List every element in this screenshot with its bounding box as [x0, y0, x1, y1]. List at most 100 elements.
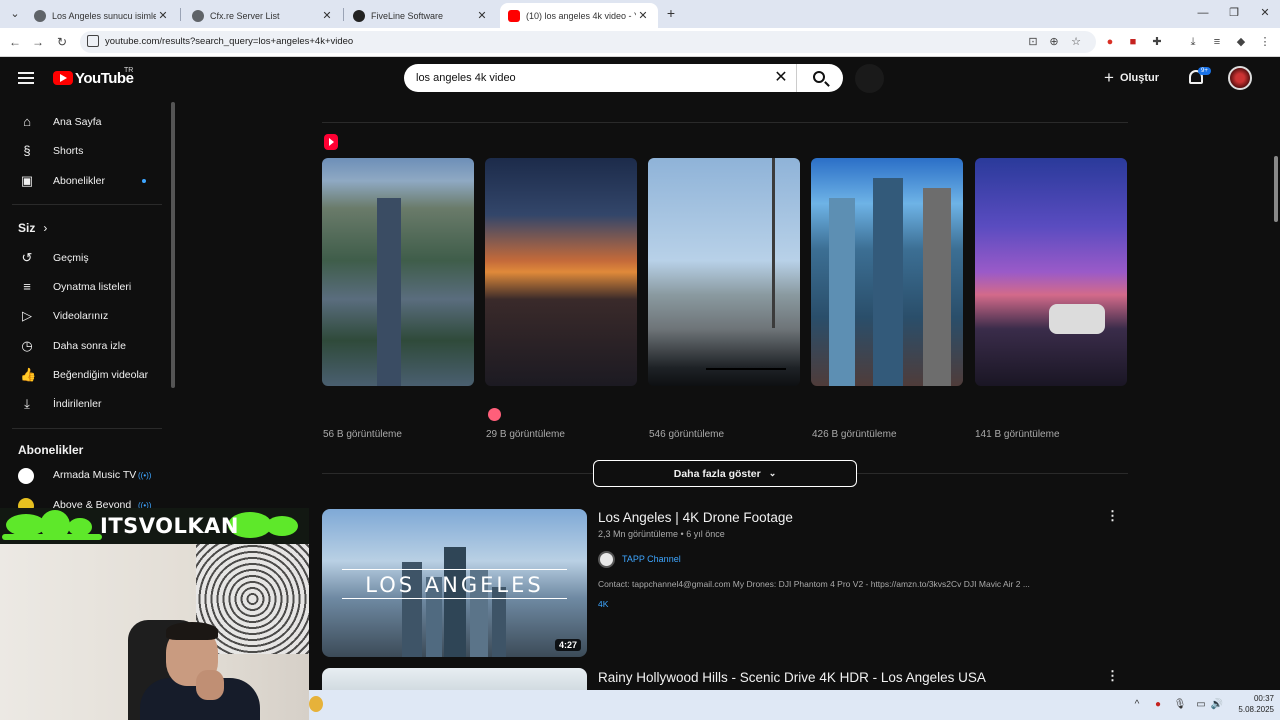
history-icon: ↺ — [21, 250, 33, 265]
taskbar-app-icon[interactable] — [309, 696, 323, 712]
tab-fiveline-software[interactable]: FiveLine Software ✕ — [345, 3, 497, 28]
sidebar-item-subscriptions[interactable]: ▣ Abonelikler — [0, 166, 168, 196]
browser-tab-strip: ⌄ Los Angeles sunucu isimleri ✕ Cfx.re S… — [0, 0, 1280, 28]
clear-search-icon[interactable]: ✕ — [772, 69, 790, 87]
taskbar-clock[interactable]: 00:37 5.08.2025 — [1226, 693, 1274, 715]
clock-time: 00:37 — [1253, 694, 1274, 703]
globe-icon — [192, 9, 204, 22]
extension-adblock-icon[interactable]: ● — [1101, 33, 1119, 51]
video-meta: 2,3 Mn görüntüleme • 6 yıl önce — [598, 529, 725, 539]
notification-badge: 9+ — [1198, 67, 1211, 75]
search-box: ✕ — [404, 64, 796, 92]
video-thumbnail[interactable]: LOS ANGELES 4:27 — [322, 509, 587, 657]
video-options-icon[interactable]: ⋮ — [1106, 668, 1119, 684]
extension-record-icon[interactable]: ■ — [1124, 33, 1142, 51]
back-icon[interactable]: ← — [6, 33, 24, 51]
short-card[interactable] — [811, 158, 963, 386]
restore-button[interactable]: ❐ — [1223, 4, 1245, 22]
bookmark-star-icon[interactable]: ☆ — [1069, 35, 1083, 49]
short-views: 29 B görüntüleme — [486, 429, 565, 440]
short-card[interactable] — [322, 158, 474, 386]
youtube-favicon-icon — [508, 9, 520, 22]
short-views: 56 B görüntüleme — [323, 429, 402, 440]
channel-avatar — [18, 468, 34, 484]
close-window-button[interactable]: ✕ — [1254, 4, 1276, 22]
video-options-icon[interactable]: ⋮ — [1106, 508, 1119, 524]
close-tab-icon[interactable]: ✕ — [320, 9, 334, 22]
media-control-icon[interactable]: ≡ — [1208, 33, 1226, 51]
microphone-icon[interactable]: 🎙 — [1173, 698, 1187, 712]
close-tab-icon[interactable]: ✕ — [156, 9, 170, 22]
install-app-icon[interactable]: ⊡ — [1026, 35, 1040, 49]
playlists-icon: ≡ — [23, 279, 31, 294]
minimize-button[interactable]: — — [1192, 4, 1214, 22]
sidebar-item-history[interactable]: ↺ Geçmiş — [0, 243, 168, 273]
channel-link[interactable]: TAPP Channel — [598, 550, 681, 568]
plus-icon: + — [1104, 68, 1114, 87]
guide-menu-icon[interactable] — [18, 72, 34, 84]
short-card[interactable] — [648, 158, 800, 386]
sidebar-item-liked-videos[interactable]: 👍 Beğendiğim videolar — [0, 360, 168, 390]
sidebar-channel-armada[interactable]: Armada Music TV ((•)) — [0, 460, 168, 490]
home-icon: ⌂ — [23, 114, 31, 129]
sidebar-item-downloads[interactable]: ⤓ İndirilenler — [0, 389, 168, 419]
short-views: 426 B görüntüleme — [812, 429, 897, 440]
chevron-down-icon: ⌄ — [768, 468, 777, 478]
short-card[interactable] — [975, 158, 1127, 386]
extensions-puzzle-icon[interactable]: ✚ — [1148, 33, 1166, 51]
clock-date: 5.08.2025 — [1238, 705, 1274, 714]
streamer-banner: ITSVOLKAN — [0, 508, 309, 544]
browser-menu-icon[interactable]: ⋮ — [1256, 33, 1274, 51]
url-text[interactable]: youtube.com/results?search_query=los+ang… — [105, 36, 353, 47]
youtube-logo-icon[interactable] — [53, 71, 73, 85]
watch-later-icon: ◷ — [21, 338, 33, 353]
forward-icon[interactable]: → — [29, 33, 47, 51]
video-title[interactable]: Rainy Hollywood Hills - Scenic Drive 4K … — [598, 670, 986, 685]
short-views: 141 B görüntüleme — [975, 429, 1060, 440]
sidebar-item-playlists[interactable]: ≡ Oynatma listeleri — [0, 272, 168, 302]
search-input[interactable] — [416, 70, 756, 86]
video-title[interactable]: Los Angeles | 4K Drone Footage — [598, 510, 793, 525]
sidebar-you-heading[interactable]: Siz › — [18, 221, 47, 235]
new-tab-button[interactable]: + — [664, 5, 678, 23]
sidebar-scrollbar[interactable] — [171, 102, 175, 388]
close-tab-icon[interactable]: ✕ — [475, 9, 489, 22]
video-description: Contact: tappchannel4@gmail.com My Drone… — [598, 579, 1030, 589]
tab-youtube-active[interactable]: (10) los angeles 4k video - YouTube ✕ — [500, 3, 658, 28]
sidebar-item-shorts[interactable]: § Shorts — [0, 136, 168, 166]
tab-cfx-server-list[interactable]: Cfx.re Server List ✕ — [184, 3, 342, 28]
tab-search-icon[interactable]: ⌄ — [6, 5, 24, 23]
globe-icon — [34, 9, 46, 22]
short-card[interactable] — [485, 158, 637, 386]
tray-overflow-icon[interactable]: ^ — [1130, 698, 1144, 712]
account-avatar[interactable] — [1228, 66, 1252, 90]
your-videos-icon: ▷ — [22, 308, 32, 323]
sidebar-item-your-videos[interactable]: ▷ Videolarınız — [0, 301, 168, 331]
address-bar[interactable]: youtube.com/results?search_query=los+ang… — [80, 31, 1096, 53]
streamer-name: ITSVOLKAN — [100, 514, 239, 538]
short-views: 546 görüntüleme — [649, 429, 725, 440]
page-scrollbar-thumb[interactable] — [1274, 156, 1278, 222]
sidebar-item-home[interactable]: ⌂ Ana Sayfa — [0, 107, 168, 137]
close-tab-icon[interactable]: ✕ — [636, 9, 650, 22]
network-icon[interactable]: ▭ — [1194, 698, 1208, 712]
zoom-icon[interactable]: ⊕ — [1047, 35, 1061, 49]
tray-app-icon[interactable]: ● — [1151, 698, 1165, 712]
downloads-icon[interactable]: ⤓ — [1184, 33, 1202, 51]
voice-search-button[interactable] — [855, 64, 884, 93]
search-button[interactable] — [796, 64, 843, 92]
sidebar-item-watch-later[interactable]: ◷ Daha sonra izle — [0, 331, 168, 361]
downloads-icon: ⤓ — [24, 396, 30, 411]
vpn-icon[interactable]: ◆ — [1232, 33, 1250, 51]
reload-icon[interactable]: ↻ — [53, 33, 71, 51]
page-scrollbar-track[interactable] — [1272, 58, 1280, 690]
video-badge-4k: 4K — [598, 599, 609, 609]
site-info-icon[interactable] — [87, 35, 99, 47]
show-more-button[interactable]: Daha fazla göster ⌄ — [593, 460, 857, 487]
tab-los-angeles-sunucu[interactable]: Los Angeles sunucu isimleri ✕ — [26, 3, 178, 28]
fiveline-logo-icon — [353, 9, 365, 22]
sidebar-subscriptions-heading: Abonelikler — [18, 443, 84, 457]
create-button[interactable]: + Oluştur — [1104, 66, 1159, 90]
volume-icon[interactable]: 🔊 — [1210, 698, 1224, 712]
subscriptions-icon: ▣ — [20, 173, 34, 188]
